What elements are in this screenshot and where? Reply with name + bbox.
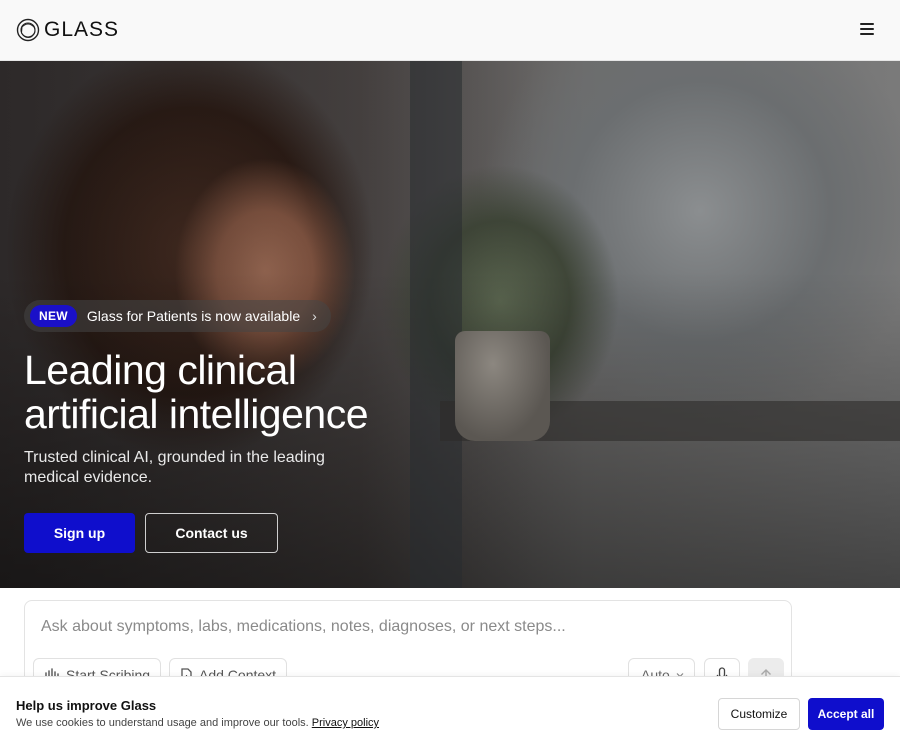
hero-title: Leading clinical artificial intelligence [24, 347, 369, 437]
hero-content: NEW Glass for Patients is now available … [24, 300, 369, 553]
hero-buttons: Sign up Contact us [24, 513, 368, 553]
cookie-banner: Help us improve Glass We use cookies to … [0, 676, 900, 750]
hero-image-plant-pot [455, 331, 550, 441]
logo-text: GLASS [44, 18, 120, 41]
announcement-pill[interactable]: NEW Glass for Patients is now available … [24, 300, 331, 332]
new-badge: NEW [30, 305, 77, 327]
hero-section: NEW Glass for Patients is now available … [0, 61, 900, 588]
glass-logo-icon [16, 18, 40, 42]
hero-title-line-1: Leading clinical [24, 347, 297, 393]
contact-us-button[interactable]: Contact us [145, 513, 278, 553]
sign-up-button[interactable]: Sign up [24, 513, 135, 553]
ask-input[interactable] [41, 618, 761, 636]
cookie-description: We use cookies to understand usage and i… [16, 717, 309, 729]
chevron-right-icon: › [312, 308, 317, 324]
glass-logo[interactable]: GLASS [16, 18, 119, 42]
accept-all-button[interactable]: Accept all [808, 698, 884, 730]
privacy-policy-link[interactable]: Privacy policy [312, 717, 379, 729]
hamburger-menu-icon[interactable] [860, 22, 874, 36]
cookie-text: We use cookies to understand usage and i… [16, 717, 379, 729]
top-header: GLASS [0, 0, 900, 61]
hero-subtitle: Trusted clinical AI, grounded in the lea… [24, 449, 325, 486]
cookie-title: Help us improve Glass [16, 698, 157, 713]
customize-button[interactable]: Customize [718, 698, 800, 730]
announcement-text: Glass for Patients is now available [86, 308, 301, 324]
hero-title-line-2: artificial intelligence [24, 391, 369, 437]
hero-image-window-frame [410, 61, 462, 588]
